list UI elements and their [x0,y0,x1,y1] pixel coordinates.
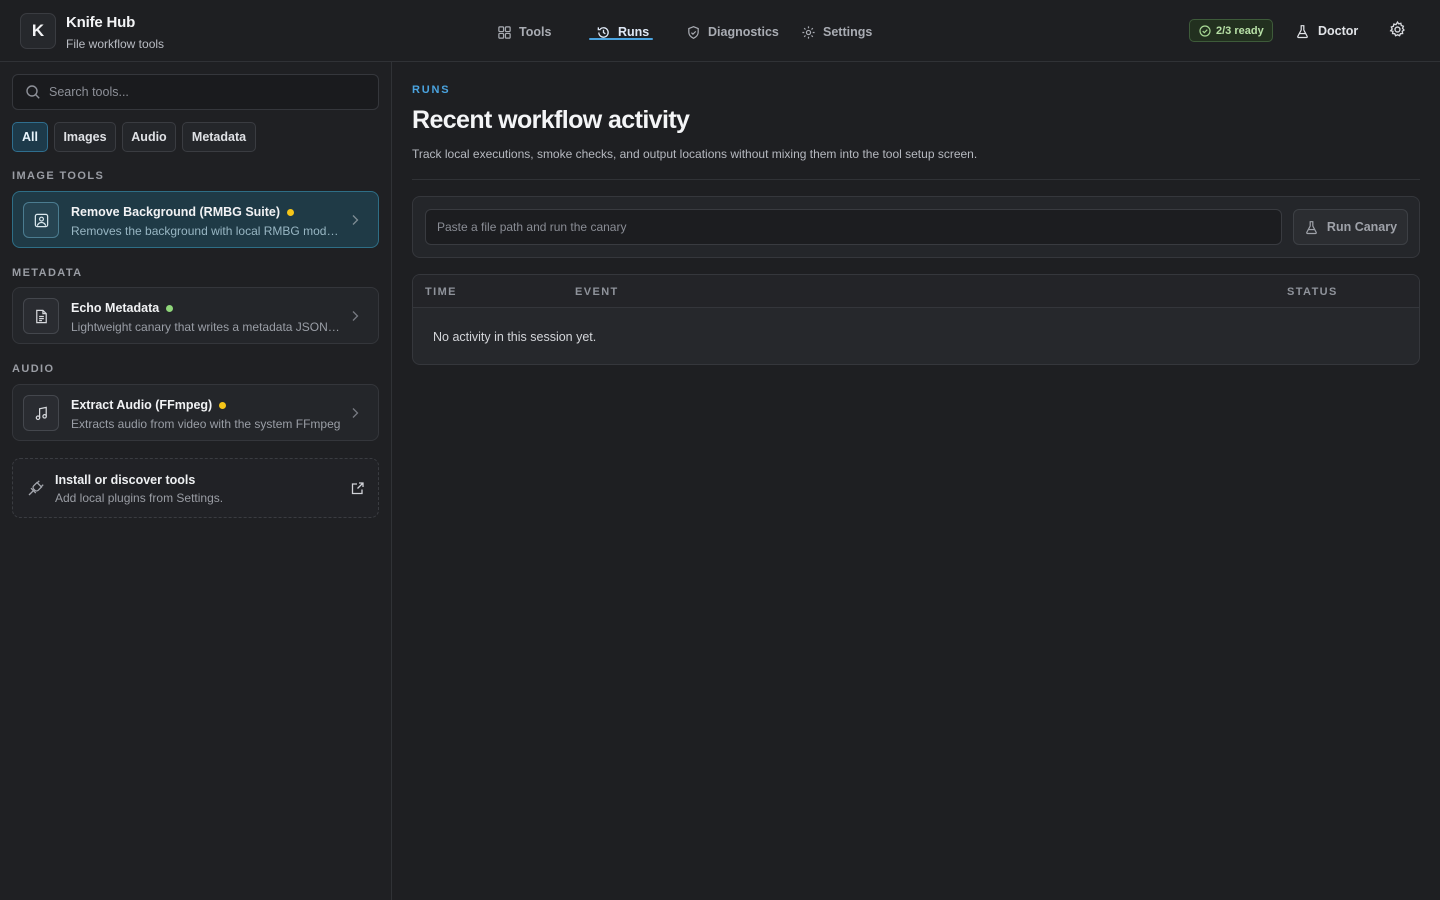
flask-icon [1306,220,1317,234]
external-link-icon[interactable] [350,481,365,496]
nav-tab-label: Runs [618,25,650,39]
doctor-button[interactable]: Doctor [1295,21,1358,41]
run-canary-button[interactable]: Run Canary [1293,209,1408,245]
ready-status-label: 2/3 ready [1216,24,1264,37]
filter-chip-all[interactable]: All [12,122,48,152]
tool-name: Remove Background (RMBG Suite) [71,205,295,219]
music-icon [35,406,47,420]
nav-tab-diagnostics[interactable]: Diagnostics [686,22,779,42]
nav-tab-tools[interactable]: Tools [497,22,551,42]
status-dot-yellow [287,208,295,216]
app-logo[interactable]: K [20,13,56,49]
column-header-event[interactable]: EVENT [575,286,619,298]
tool-icon-frame [23,395,59,431]
page-title: Recent workflow activity [412,106,690,134]
tool-name-label: Echo Metadata [71,301,160,315]
gear-icon [802,25,815,39]
settings-gear-button[interactable] [1388,20,1408,40]
filter-chip-images[interactable]: Images [54,122,116,152]
install-card-title: Install or discover tools [55,473,196,487]
nav-tab-label: Diagnostics [708,25,779,39]
tools-sidebar: All Images Audio Metadata IMAGE TOOLS Re… [0,62,392,900]
chevron-right-icon [352,408,359,418]
ready-status-badge[interactable]: 2/3 ready [1189,19,1273,42]
shield-check-icon [688,25,699,39]
check-circle-icon [1199,24,1211,37]
gear-icon [1389,20,1405,37]
grid-icon [498,25,511,39]
chevron-right-icon [352,215,359,225]
status-dot-yellow [219,401,227,409]
section-label-image-tools: IMAGE TOOLS [12,170,105,182]
app-subtitle: File workflow tools [66,37,165,51]
tool-icon-frame [23,202,59,238]
page-eyebrow: RUNS [412,84,451,96]
top-bar: K Knife Hub File workflow tools Tools Ru… [0,0,1440,62]
column-header-time[interactable]: TIME [425,286,457,298]
divider [412,179,1420,180]
tool-description: Removes the background with local RMBG m… [71,224,341,238]
install-card-subtitle: Add local plugins from Settings. [55,491,224,505]
flask-icon [1297,24,1308,38]
nav-tab-settings[interactable]: Settings [801,22,872,42]
document-icon [35,309,47,323]
runs-page: RUNS Recent workflow activity Track loca… [392,62,1440,900]
tool-icon-frame [23,298,59,334]
plug-icon [28,480,44,496]
install-tools-card[interactable]: Install or discover tools Add local plug… [12,458,379,518]
nav-tab-label: Settings [823,25,873,39]
chevron-right-icon [352,311,359,321]
page-description: Track local executions, smoke checks, an… [412,147,978,161]
run-canary-label: Run Canary [1326,220,1398,234]
section-label-metadata: METADATA [12,267,83,279]
search-icon [26,85,40,99]
filter-chip-audio[interactable]: Audio [122,122,176,152]
empty-state-message: No activity in this session yet. [433,330,597,344]
tool-name: Extract Audio (FFmpeg) [71,398,227,412]
doctor-button-label: Doctor [1318,24,1359,38]
tool-description: Extracts audio from video with the syste… [71,417,341,431]
image-icon [34,213,48,227]
tool-name-label: Remove Background (RMBG Suite) [71,205,281,219]
activity-table: TIME EVENT STATUS No activity in this se… [412,274,1420,365]
tool-search[interactable] [12,74,379,110]
nav-tab-label: Tools [519,25,552,39]
tool-card-echo-metadata[interactable]: Echo Metadata Lightweight canary that wr… [12,287,379,344]
status-dot-green [166,304,174,312]
column-header-status[interactable]: STATUS [1287,286,1338,298]
tool-name-label: Extract Audio (FFmpeg) [71,398,213,412]
active-tab-indicator [589,38,653,40]
tool-description: Lightweight canary that writes a metadat… [71,320,341,334]
canary-panel: Run Canary [412,196,1420,258]
table-header: TIME EVENT STATUS [413,275,1419,308]
tool-name: Echo Metadata [71,301,174,315]
file-path-input[interactable] [425,209,1282,245]
tool-card-remove-background[interactable]: Remove Background (RMBG Suite) Removes t… [12,191,379,248]
tool-card-extract-audio[interactable]: Extract Audio (FFmpeg) Extracts audio fr… [12,384,379,441]
filter-chip-metadata[interactable]: Metadata [182,122,256,152]
search-input[interactable] [49,85,349,99]
app-title: Knife Hub [66,14,136,31]
section-label-audio: AUDIO [12,363,55,375]
